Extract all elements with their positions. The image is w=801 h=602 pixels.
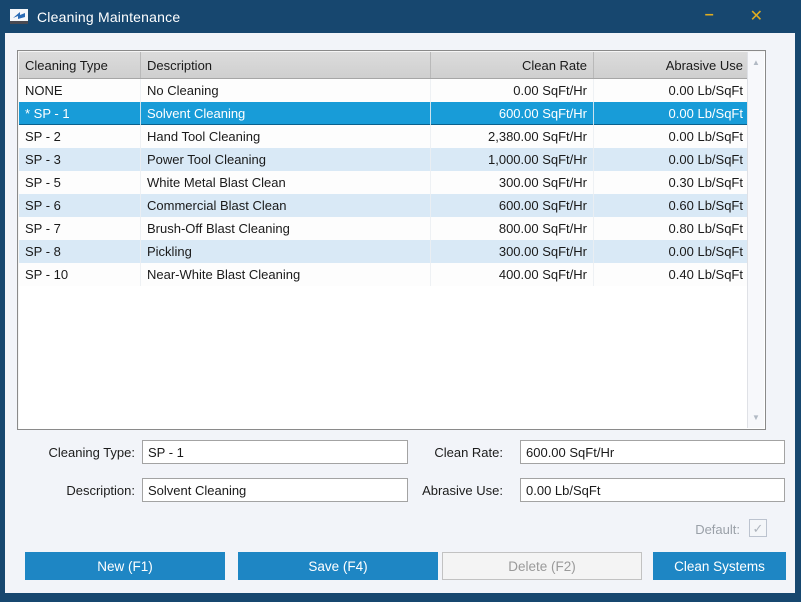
titlebar: Cleaning Maintenance – ✕ [0, 0, 801, 33]
table-header: Cleaning TypeDescriptionClean RateAbrasi… [19, 52, 749, 79]
column-header-cleaning-type[interactable]: Cleaning Type [19, 52, 141, 78]
window-controls: – ✕ [705, 9, 791, 25]
table-cell: Brush-Off Blast Cleaning [141, 217, 431, 240]
table-row[interactable]: SP - 8Pickling300.00 SqFt/Hr0.00 Lb/SqFt [19, 240, 749, 263]
table-cell: SP - 10 [19, 263, 141, 286]
table-row[interactable]: SP - 6Commercial Blast Clean600.00 SqFt/… [19, 194, 749, 217]
table-cell: 2,380.00 SqFt/Hr [431, 125, 594, 148]
description-field[interactable] [142, 478, 408, 502]
table-cell: 0.40 Lb/SqFt [594, 263, 749, 286]
table-cell: 300.00 SqFt/Hr [431, 240, 594, 263]
scroll-down-icon[interactable]: ▼ [748, 413, 764, 422]
table-cell: 0.80 Lb/SqFt [594, 217, 749, 240]
table-row-selected[interactable]: * SP - 1Solvent Cleaning600.00 SqFt/Hr0.… [19, 102, 749, 125]
table-cell: No Cleaning [141, 79, 431, 102]
clean-rate-field[interactable] [520, 440, 785, 464]
table-scrollbar[interactable]: ▲ ▼ [747, 52, 764, 428]
scroll-up-icon[interactable]: ▲ [748, 58, 764, 67]
table-row[interactable]: NONENo Cleaning0.00 SqFt/Hr0.00 Lb/SqFt [19, 79, 749, 102]
delete-button: Delete (F2) [442, 552, 642, 580]
default-checkbox[interactable]: ✓ [749, 519, 767, 537]
table-cell: Pickling [141, 240, 431, 263]
table-row[interactable]: SP - 5White Metal Blast Clean300.00 SqFt… [19, 171, 749, 194]
table-cell: * SP - 1 [19, 102, 141, 125]
table-row[interactable]: SP - 7Brush-Off Blast Cleaning800.00 SqF… [19, 217, 749, 240]
cleaning-maintenance-window: Cleaning Maintenance – ✕ Cleaning TypeDe… [0, 0, 801, 602]
table-cell: SP - 6 [19, 194, 141, 217]
table-row[interactable]: SP - 2Hand Tool Cleaning2,380.00 SqFt/Hr… [19, 125, 749, 148]
table-cell: 0.00 Lb/SqFt [594, 102, 749, 125]
cleaning-types-table: Cleaning TypeDescriptionClean RateAbrasi… [17, 50, 766, 430]
column-header-abrasive-use[interactable]: Abrasive Use [594, 52, 749, 78]
abrasive-use-label: Abrasive Use: [405, 483, 503, 498]
window-title: Cleaning Maintenance [37, 9, 180, 25]
default-label: Default: [635, 522, 740, 537]
close-button[interactable]: ✕ [750, 9, 763, 25]
table-cell: SP - 3 [19, 148, 141, 171]
table-cell: Hand Tool Cleaning [141, 125, 431, 148]
column-header-description[interactable]: Description [141, 52, 431, 78]
table-cell: 300.00 SqFt/Hr [431, 171, 594, 194]
clean-rate-label: Clean Rate: [405, 445, 503, 460]
table-body: NONENo Cleaning0.00 SqFt/Hr0.00 Lb/SqFt*… [19, 79, 749, 286]
app-icon [10, 9, 28, 24]
table-cell: SP - 5 [19, 171, 141, 194]
table-cell: 0.00 Lb/SqFt [594, 148, 749, 171]
table-cell: White Metal Blast Clean [141, 171, 431, 194]
table-cell: 1,000.00 SqFt/Hr [431, 148, 594, 171]
table-cell: 0.30 Lb/SqFt [594, 171, 749, 194]
table-cell: 600.00 SqFt/Hr [431, 194, 594, 217]
table-cell: Power Tool Cleaning [141, 148, 431, 171]
clean-systems-button[interactable]: Clean Systems [653, 552, 786, 580]
table-cell: 600.00 SqFt/Hr [431, 102, 594, 125]
table-cell: Commercial Blast Clean [141, 194, 431, 217]
table-cell: 0.60 Lb/SqFt [594, 194, 749, 217]
save-button[interactable]: Save (F4) [238, 552, 438, 580]
table-row[interactable]: SP - 10Near-White Blast Cleaning400.00 S… [19, 263, 749, 286]
table-cell: SP - 7 [19, 217, 141, 240]
minimize-button[interactable]: – [705, 7, 714, 23]
table-row[interactable]: SP - 3Power Tool Cleaning1,000.00 SqFt/H… [19, 148, 749, 171]
abrasive-use-field[interactable] [520, 478, 785, 502]
table-cell: 800.00 SqFt/Hr [431, 217, 594, 240]
new-button[interactable]: New (F1) [25, 552, 225, 580]
cleaning-type-label: Cleaning Type: [15, 445, 135, 460]
column-header-clean-rate[interactable]: Clean Rate [431, 52, 594, 78]
table-cell: 0.00 Lb/SqFt [594, 79, 749, 102]
description-label: Description: [15, 483, 135, 498]
table-cell: 0.00 SqFt/Hr [431, 79, 594, 102]
table-cell: 0.00 Lb/SqFt [594, 125, 749, 148]
table-cell: 0.00 Lb/SqFt [594, 240, 749, 263]
table-cell: Near-White Blast Cleaning [141, 263, 431, 286]
cleaning-type-field[interactable] [142, 440, 408, 464]
table-cell: Solvent Cleaning [141, 102, 431, 125]
table-cell: 400.00 SqFt/Hr [431, 263, 594, 286]
table-cell: SP - 2 [19, 125, 141, 148]
table-cell: NONE [19, 79, 141, 102]
table-cell: SP - 8 [19, 240, 141, 263]
